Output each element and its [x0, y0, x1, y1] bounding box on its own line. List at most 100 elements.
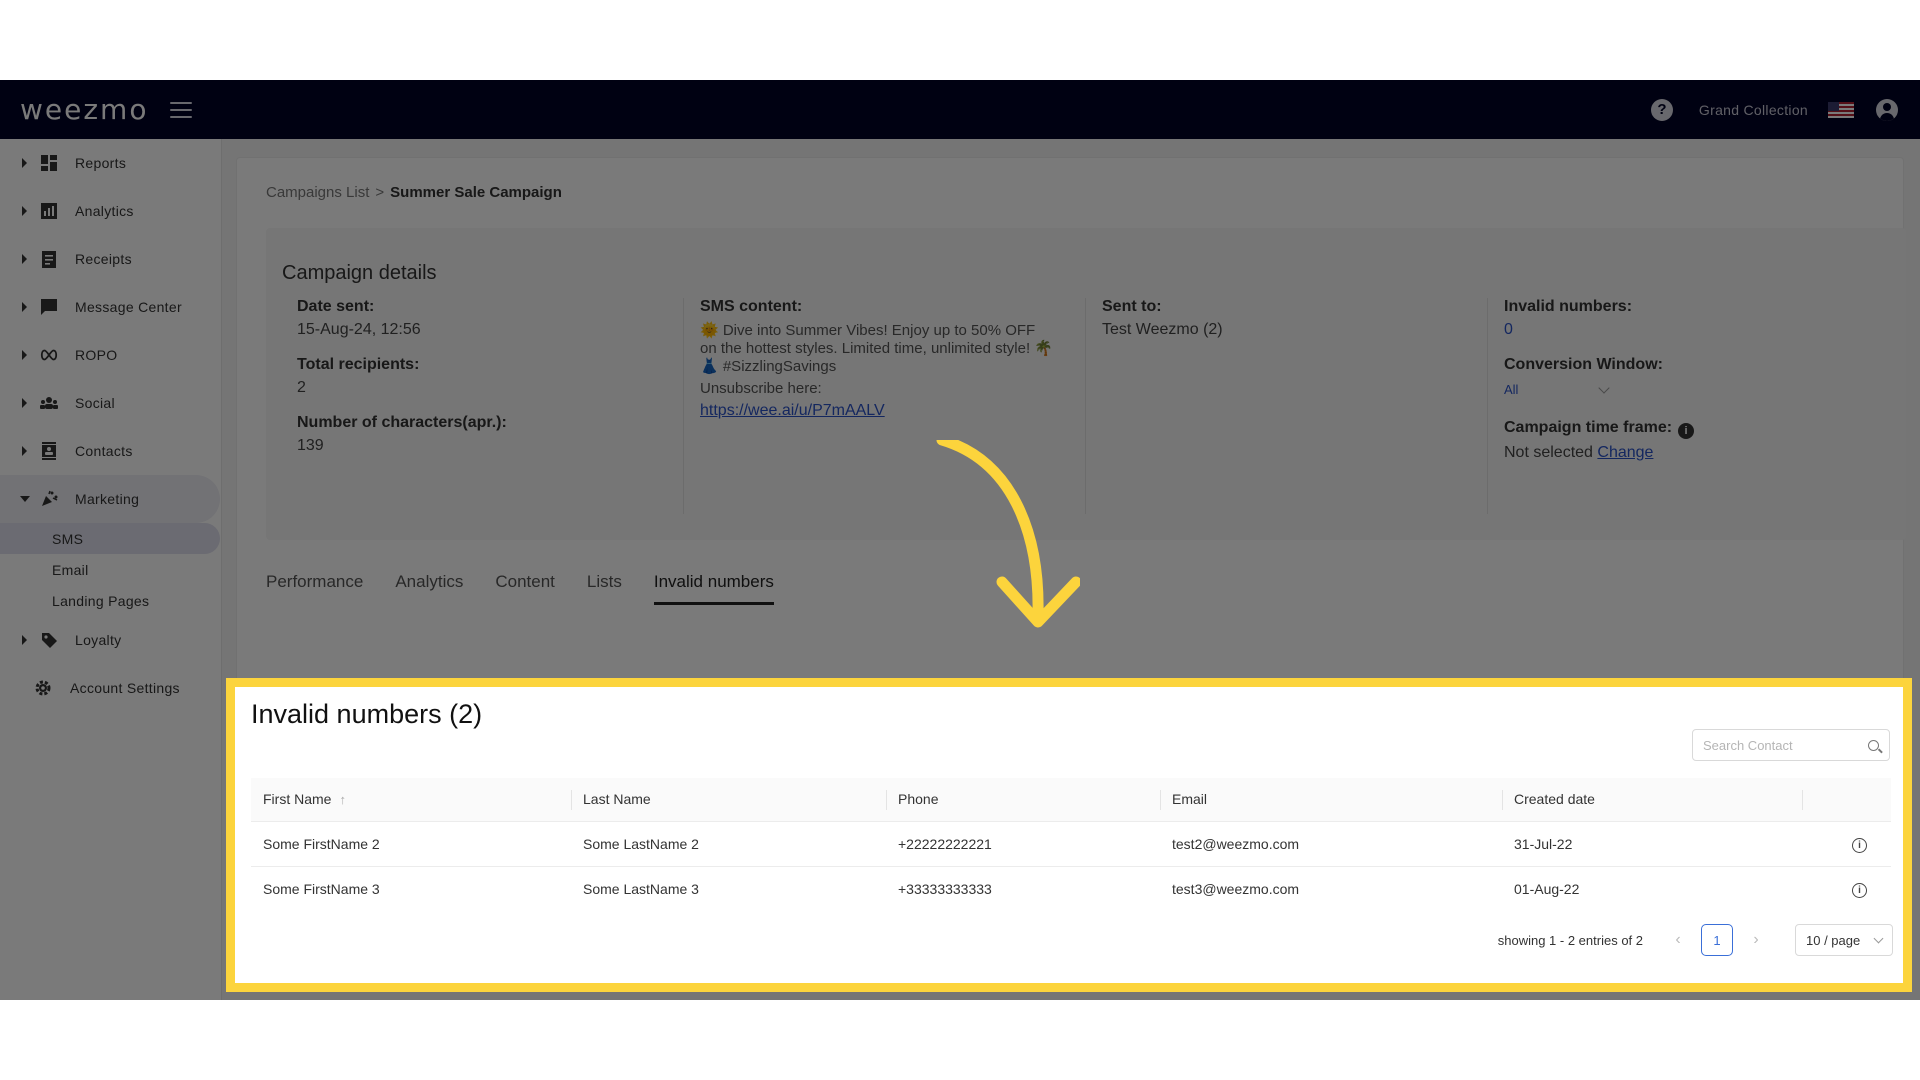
table-row: Some FirstName 3 Some LastName 3 +333333… [251, 866, 1891, 911]
sidebar-item-contacts[interactable]: Contacts [0, 427, 221, 475]
table-row: Some FirstName 2 Some LastName 2 +222222… [251, 821, 1891, 867]
change-time-frame-link[interactable]: Change [1597, 444, 1653, 461]
topbar-right: ? Grand Collection [1650, 98, 1920, 121]
caret-right-icon [22, 206, 27, 216]
receipt-icon [40, 250, 58, 268]
account-name[interactable]: Grand Collection [1699, 102, 1808, 118]
invalid-numbers-title: Invalid numbers (2) [251, 699, 483, 729]
sent-to-label: Sent to: [1102, 298, 1162, 315]
date-sent-value: 15-Aug-24, 12:56 [297, 321, 421, 338]
details-column-dates: Date sent: 15-Aug-24, 12:56 Total recipi… [297, 298, 683, 514]
us-flag-icon[interactable] [1828, 101, 1854, 118]
sidebar-item-reports[interactable]: Reports [0, 139, 221, 187]
sidebar-item-label: Loyalty [75, 632, 122, 648]
cell-phone: +33333333333 [898, 880, 992, 897]
details-column-sms: SMS content: 🌞 Dive into Summer Vibes! E… [683, 298, 1085, 514]
help-icon[interactable]: ? [1650, 98, 1673, 121]
sidebar-subitem-sms[interactable]: SMS [0, 523, 220, 554]
date-sent-label: Date sent: [297, 298, 375, 315]
column-header-email[interactable]: Email [1160, 778, 1502, 822]
next-page-icon[interactable]: › [1741, 931, 1771, 949]
sidebar-item-label: Receipts [75, 251, 132, 267]
campaign-time-frame-label: Campaign time frame: i [1504, 419, 1889, 439]
screenshot-stage: weezmo ? Grand Collection Reports Analyt… [0, 80, 1920, 1000]
total-recipients-label: Total recipients: [297, 356, 420, 373]
sidebar-subitem-landing-pages[interactable]: Landing Pages [0, 585, 221, 616]
previous-page-icon[interactable]: ‹ [1663, 931, 1693, 949]
user-account-icon[interactable] [1876, 98, 1898, 121]
dashboard-icon [40, 154, 58, 172]
tab-lists[interactable]: Lists [587, 572, 622, 605]
cell-last-name: Some LastName 2 [571, 821, 886, 867]
breadcrumb: Campaigns List > Summer Sale Campaign [266, 184, 562, 201]
search-contact-field[interactable] [1692, 729, 1890, 761]
table-header-row: First Name ↑ Last Name Phone Email Create… [251, 778, 1891, 822]
analytics-icon [40, 202, 58, 220]
sidebar-item-label: Message Center [75, 299, 182, 315]
sidebar-item-marketing[interactable]: Marketing [0, 475, 220, 523]
characters-label: Number of characters(apr.): [297, 414, 507, 431]
page-number-button[interactable]: 1 [1701, 924, 1733, 956]
conversion-window-label: Conversion Window: [1504, 356, 1663, 373]
cell-phone: +22222222221 [886, 821, 1160, 867]
cell-last-name: Some LastName 3 [583, 880, 699, 897]
pagination: showing 1 - 2 entries of 2 ‹ 1 › 10 / pa… [1498, 924, 1893, 956]
column-header-created-date[interactable]: Created date [1502, 778, 1802, 822]
sidebar-item-loyalty[interactable]: Loyalty [0, 616, 221, 664]
unsubscribe-text: Unsubscribe here: [700, 380, 822, 397]
unsubscribe-link[interactable]: https://wee.ai/u/P7mAALV [700, 402, 1085, 420]
sidebar-item-social[interactable]: Social [0, 379, 221, 427]
tab-invalid-numbers[interactable]: Invalid numbers [653, 572, 774, 605]
search-contact-input[interactable] [1703, 737, 1863, 753]
sms-content-label: SMS content: [700, 298, 803, 315]
weezmo-logo[interactable]: weezmo [20, 93, 148, 126]
sidebar-item-label: Account Settings [70, 680, 180, 696]
column-header-first-name[interactable]: First Name ↑ [251, 778, 571, 822]
sidebar-item-account-settings[interactable]: Account Settings [0, 664, 221, 712]
column-header-phone[interactable]: Phone [886, 778, 1160, 822]
tab-content[interactable]: Content [495, 572, 555, 605]
sms-content-text: 🌞 Dive into Summer Vibes! Enjoy up to 50… [700, 322, 1053, 375]
invalid-numbers-label: Invalid numbers: [1504, 298, 1633, 315]
breadcrumb-campaigns-list[interactable]: Campaigns List [266, 184, 369, 201]
sidebar-item-label: ROPO [75, 347, 118, 363]
sort-arrow-up-icon[interactable]: ↑ [339, 792, 346, 807]
invalid-numbers-value[interactable]: 0 [1504, 321, 1889, 339]
conversion-window-value: All [1504, 382, 1519, 397]
sidebar-item-receipts[interactable]: Receipts [0, 235, 221, 283]
conversion-window-select[interactable]: All [1504, 381, 1610, 397]
hamburger-menu-icon[interactable] [170, 101, 193, 118]
caret-right-icon [22, 635, 27, 645]
invalid-numbers-panel: Invalid numbers (2) First Name↑ Last Nam… [226, 678, 1912, 992]
caret-right-icon [22, 446, 27, 456]
info-icon[interactable]: i [1852, 837, 1867, 853]
details-column-invalid: Invalid numbers: 0 Conversion Window: Al… [1487, 298, 1889, 514]
pagination-summary: showing 1 - 2 entries of 2 [1497, 932, 1643, 948]
sidebar-item-message-center[interactable]: Message Center [0, 283, 221, 331]
tab-analytics[interactable]: Analytics [395, 572, 463, 605]
search-icon[interactable] [1868, 739, 1879, 751]
campaign-tabs: Performance Analytics Content Lists Inva… [266, 572, 806, 605]
tab-performance[interactable]: Performance [266, 572, 363, 605]
sidebar-item-label: Contacts [75, 443, 133, 459]
chevron-down-icon [1873, 933, 1884, 943]
column-header-last-name[interactable]: Last Name [571, 778, 886, 822]
time-frame-not-selected: Not selected [1504, 444, 1593, 461]
sidebar-item-label: Reports [75, 155, 127, 171]
top-bar: weezmo ? Grand Collection [0, 80, 1920, 139]
page-size-value: 10 / page [1806, 932, 1861, 948]
info-icon[interactable]: i [1852, 882, 1867, 898]
sidebar-item-analytics[interactable]: Analytics [0, 187, 221, 235]
page-size-select[interactable]: 10 / page [1795, 924, 1893, 956]
cell-actions: i [1802, 821, 1891, 867]
infinity-icon [40, 346, 58, 364]
megaphone-icon [40, 490, 58, 508]
breadcrumb-separator: > [375, 184, 385, 201]
caret-right-icon [22, 398, 27, 408]
caret-right-icon [22, 350, 27, 360]
sidebar-item-ropo[interactable]: ROPO [0, 331, 221, 379]
invalid-numbers-table: First Name ↑ Last Name Phone Email Create… [251, 778, 1891, 911]
info-icon[interactable]: i [1678, 423, 1695, 439]
sidebar-subitem-email[interactable]: Email [0, 554, 221, 585]
sidebar-item-label: Marketing [75, 491, 140, 507]
